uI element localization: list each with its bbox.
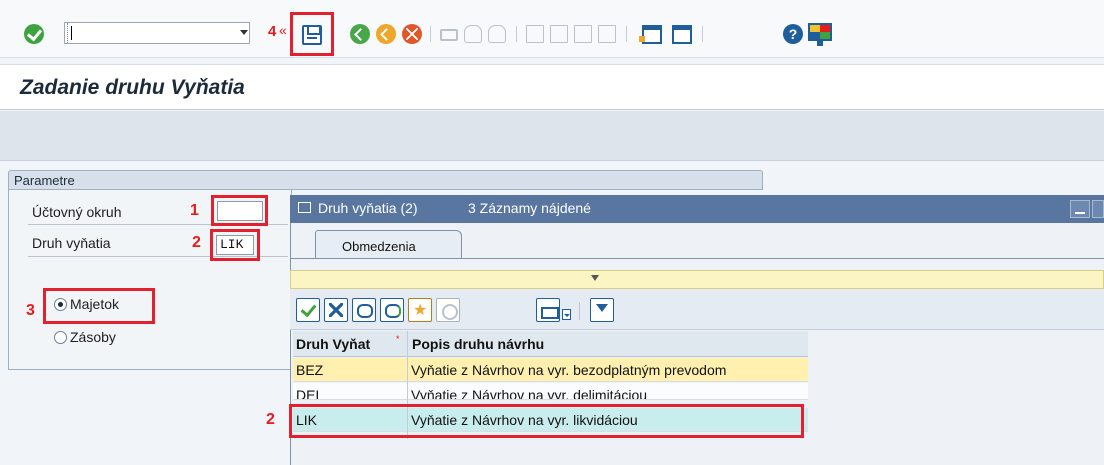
druh-highlight-box	[210, 229, 260, 261]
annotation-marker-1: 1	[190, 202, 199, 219]
tab-strip-line	[290, 258, 1104, 259]
accept-check-icon[interactable]	[296, 298, 320, 322]
expand-triangle-icon[interactable]	[591, 275, 599, 281]
create-shortcut-icon[interactable]	[672, 25, 692, 44]
next-page-icon[interactable]	[574, 25, 592, 43]
print-icon[interactable]	[440, 29, 458, 41]
zasoby-radio[interactable]	[54, 331, 67, 344]
alv-separator	[579, 302, 580, 320]
restrictions-collapse-bar[interactable]	[290, 270, 1104, 289]
majetok-highlight-box	[43, 288, 155, 324]
row-code: DEL	[296, 387, 324, 400]
command-dropdown-icon[interactable]	[240, 30, 248, 35]
layout-menu-icon[interactable]	[808, 23, 832, 46]
table-row[interactable]: BEZ Vyňatie z Návrhov na vyr. bezodplatn…	[293, 358, 808, 382]
annotation-marker-4: 4	[268, 23, 277, 40]
minimize-icon[interactable]	[1070, 200, 1090, 218]
row-code: BEZ	[296, 362, 324, 378]
tab-obmedzenia-label[interactable]: Obmedzenia	[342, 239, 416, 254]
help-icon[interactable]: ?	[783, 24, 803, 44]
exit-icon[interactable]	[376, 24, 396, 44]
print-dropdown-icon[interactable]	[562, 309, 571, 320]
parameters-group-header	[8, 170, 763, 190]
zasoby-radio-label[interactable]: Zásoby	[70, 329, 116, 345]
toolbar-separator	[702, 26, 703, 42]
enter-check-icon[interactable]	[24, 24, 44, 44]
application-toolbar	[0, 111, 1104, 161]
save-icon[interactable]	[302, 25, 322, 45]
annotation-marker-3: 3	[26, 302, 35, 319]
back-icon[interactable]	[350, 24, 370, 44]
search-next-icon[interactable]	[380, 298, 404, 322]
search-binoculars-icon[interactable]	[352, 298, 376, 322]
toolbar-separator	[516, 26, 517, 42]
add-favorite-icon[interactable]	[408, 298, 432, 322]
new-session-icon[interactable]	[639, 25, 662, 44]
annotation-arrow: «	[279, 22, 287, 38]
cancel-icon[interactable]	[402, 24, 422, 44]
popup-record-count: 3 Záznamy nájdené	[468, 200, 591, 216]
filter-icon[interactable]	[590, 298, 614, 322]
find-next-icon[interactable]	[488, 25, 506, 43]
lik-row-highlight-box	[289, 404, 804, 438]
column-header-popis[interactable]: Popis druhu návrhu	[412, 336, 544, 352]
parameters-group-label: Parametre	[14, 173, 75, 188]
command-field-cap	[65, 23, 68, 43]
popup-window-icon	[298, 202, 311, 213]
command-field[interactable]	[64, 22, 250, 44]
table-header	[293, 331, 808, 357]
annotation-marker-2-row: 2	[266, 411, 275, 428]
page-title: Zadanie druhu Vyňatia	[20, 76, 245, 99]
annotation-marker-2: 2	[192, 234, 201, 251]
toolbar-separator	[626, 26, 627, 42]
toolbar-separator	[430, 26, 431, 42]
okruh-highlight-box	[211, 195, 268, 226]
first-page-icon[interactable]	[526, 25, 544, 43]
label-uctovny-okruh: Účtovný okruh	[32, 204, 122, 220]
row-description: Vyňatie z Návrhov na vyr. delimitáciou	[411, 387, 648, 400]
sort-indicator-icon: *	[396, 334, 400, 344]
table-row[interactable]: DEL Vyňatie z Návrhov na vyr. delimitáci…	[293, 383, 808, 400]
label-druh-vynatia: Druh vyňatia	[32, 235, 111, 251]
cancel-close-icon[interactable]	[324, 298, 348, 322]
popup-title: Druh vyňatia (2)	[318, 200, 418, 216]
last-page-icon[interactable]	[598, 25, 616, 43]
previous-page-icon[interactable]	[550, 25, 568, 43]
maximize-icon[interactable]	[1092, 200, 1104, 218]
print-list-icon[interactable]	[536, 298, 560, 322]
column-header-druh[interactable]: Druh Vyňat	[296, 336, 370, 352]
find-icon[interactable]	[464, 25, 482, 43]
text-caret	[71, 26, 72, 40]
row-description: Vyňatie z Návrhov na vyr. bezodplatným p…	[411, 362, 727, 378]
info-icon[interactable]	[436, 298, 460, 322]
